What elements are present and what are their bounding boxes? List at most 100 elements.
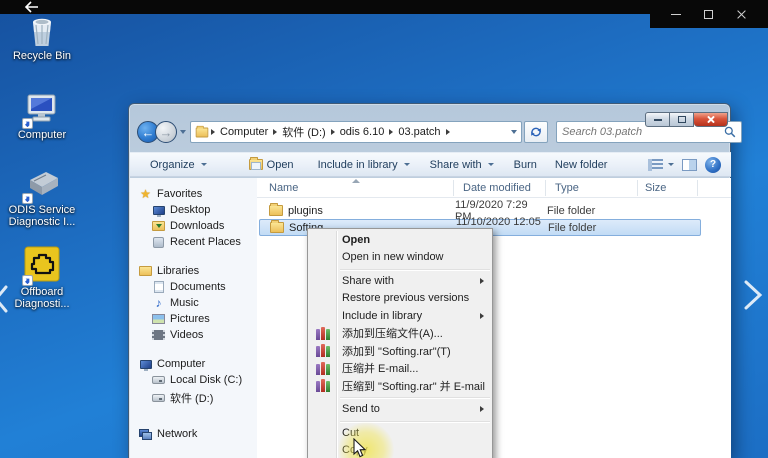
address-bar: ← → Computer 软件 (D:) odis 6.10 03.patch (129, 118, 742, 146)
diagnostic-device-icon (22, 168, 60, 204)
menu-item-open[interactable]: Open (308, 231, 492, 249)
sidebar-group-favorites[interactable]: ★ Favorites (130, 186, 257, 202)
title-bar[interactable] (129, 104, 730, 116)
drive-icon (152, 392, 165, 404)
engine-diagnostic-icon (22, 246, 60, 286)
desktop-icon-label: Computer (17, 129, 67, 141)
chevron-down-icon (403, 163, 410, 166)
menu-item-share-with[interactable]: Share with (308, 272, 492, 290)
desktop-icon-label: ODIS Service Diagnostic I... (8, 204, 76, 228)
window-maximize-button[interactable] (670, 112, 694, 127)
desktop-icon-label: Offboard Diagnosti... (14, 286, 70, 310)
burn-button[interactable]: Burn (508, 156, 543, 174)
winrar-icon (316, 361, 330, 375)
videos-icon (152, 329, 165, 341)
minimize-icon[interactable] (665, 5, 687, 23)
sidebar-item-recent-places[interactable]: Recent Places (130, 234, 257, 250)
search-input[interactable] (562, 126, 724, 138)
sidebar-item-videos[interactable]: Videos (130, 327, 257, 343)
desktop-icon (152, 204, 165, 217)
back-arrow-icon[interactable] (24, 1, 42, 13)
forward-button[interactable]: → (155, 121, 177, 143)
folder-icon (195, 125, 209, 137)
breadcrumb[interactable]: Computer 软件 (D:) odis 6.10 03.patch (190, 121, 522, 143)
player-window-controls (650, 0, 768, 28)
chevron-right-icon[interactable] (740, 278, 766, 317)
desktop-icon-computer[interactable]: Computer (0, 93, 84, 141)
crumb-separator-icon (330, 129, 335, 135)
help-icon[interactable]: ? (705, 156, 721, 173)
address-dropdown-icon[interactable] (511, 130, 517, 134)
drive-icon (152, 374, 165, 386)
sidebar-group-network[interactable]: Network (130, 426, 257, 442)
crumb-odis[interactable]: odis 6.10 (337, 126, 388, 138)
sidebar-item-drive-d[interactable]: 软件 (D:) (130, 388, 257, 408)
sidebar-group-libraries[interactable]: Libraries (130, 263, 257, 279)
submenu-arrow-icon (480, 406, 484, 413)
crumb-computer[interactable]: Computer (217, 126, 271, 138)
share-with-button[interactable]: Share with (424, 156, 500, 174)
music-icon: ♪ (155, 296, 162, 310)
window-controls (645, 112, 728, 127)
sidebar-item-pictures[interactable]: Pictures (130, 311, 257, 327)
desktop-icon-label: Recycle Bin (12, 50, 72, 62)
desktop-icon-offboard[interactable]: Offboard Diagnosti... (0, 246, 84, 310)
column-type[interactable]: Type (555, 182, 579, 194)
sidebar-item-downloads[interactable]: Downloads (130, 218, 257, 234)
column-date-modified[interactable]: Date modified (463, 182, 531, 194)
views-button[interactable] (648, 158, 674, 171)
winrar-icon (316, 344, 330, 358)
menu-item-compress-and-email[interactable]: 压缩并 E-mail... (308, 360, 492, 378)
computer-icon (22, 93, 60, 129)
open-folder-icon (248, 157, 263, 170)
sort-ascending-icon (352, 179, 360, 183)
recent-places-icon (152, 236, 165, 248)
menu-item-copy[interactable]: Copy (308, 442, 492, 458)
menu-item-restore-previous-versions[interactable]: Restore previous versions (308, 290, 492, 308)
menu-item-include-in-library[interactable]: Include in library (308, 307, 492, 325)
crumb-03patch[interactable]: 03.patch (395, 126, 443, 138)
menu-item-add-to-softing-rar[interactable]: 添加到 "Softing.rar"(T) (308, 342, 492, 360)
crumb-drive-d[interactable]: 软件 (D:) (279, 124, 328, 140)
sidebar-item-local-disk-c[interactable]: Local Disk (C:) (130, 372, 257, 388)
screen: Recycle Bin Computer ODIS Service Diagno… (0, 0, 768, 458)
pictures-icon (152, 313, 165, 325)
maximize-icon[interactable] (698, 5, 720, 23)
menu-item-cut[interactable]: Cut (308, 424, 492, 442)
sidebar-item-desktop[interactable]: Desktop (130, 202, 257, 218)
submenu-arrow-icon (480, 312, 484, 319)
sidebar-group-computer[interactable]: Computer (130, 356, 257, 372)
sidebar-item-documents[interactable]: Documents (130, 279, 257, 295)
chevron-left-icon[interactable] (0, 284, 10, 319)
organize-button[interactable]: Organize (144, 156, 213, 174)
menu-item-add-to-archive[interactable]: 添加到压缩文件(A)... (308, 325, 492, 343)
crumb-separator-icon (445, 129, 450, 135)
mouse-cursor-icon (353, 437, 368, 458)
folder-icon (269, 203, 283, 216)
chevron-down-icon (200, 163, 207, 166)
history-dropdown-icon[interactable] (180, 130, 186, 134)
desktop-icon-odis[interactable]: ODIS Service Diagnostic I... (0, 168, 84, 228)
sidebar-item-music[interactable]: ♪ Music (130, 295, 257, 311)
open-button[interactable]: Open (243, 156, 300, 174)
close-icon[interactable] (731, 5, 753, 23)
context-menu: Open Open in new window Share with Resto… (307, 228, 493, 458)
refresh-button[interactable] (524, 121, 548, 143)
menu-item-send-to[interactable]: Send to (308, 401, 492, 419)
menu-item-open-new-window[interactable]: Open in new window (308, 249, 492, 267)
include-in-library-button[interactable]: Include in library (312, 156, 416, 174)
column-name[interactable]: Name (269, 182, 298, 194)
column-size[interactable]: Size (645, 182, 666, 194)
star-icon: ★ (140, 187, 151, 201)
column-headers: Name Date modified Type Size (257, 178, 731, 198)
libraries-icon (139, 265, 152, 277)
desktop-icon-recycle-bin[interactable]: Recycle Bin (0, 14, 84, 62)
shortcut-arrow-icon (22, 275, 33, 286)
menu-item-compress-to-softing-rar-and-email[interactable]: 压缩到 "Softing.rar" 并 E-mail (308, 377, 492, 395)
preview-pane-icon[interactable] (682, 158, 697, 171)
new-folder-button[interactable]: New folder (549, 156, 614, 174)
network-icon (139, 428, 152, 440)
folder-icon (270, 220, 284, 233)
window-minimize-button[interactable] (645, 112, 670, 127)
window-close-button[interactable] (694, 112, 728, 127)
